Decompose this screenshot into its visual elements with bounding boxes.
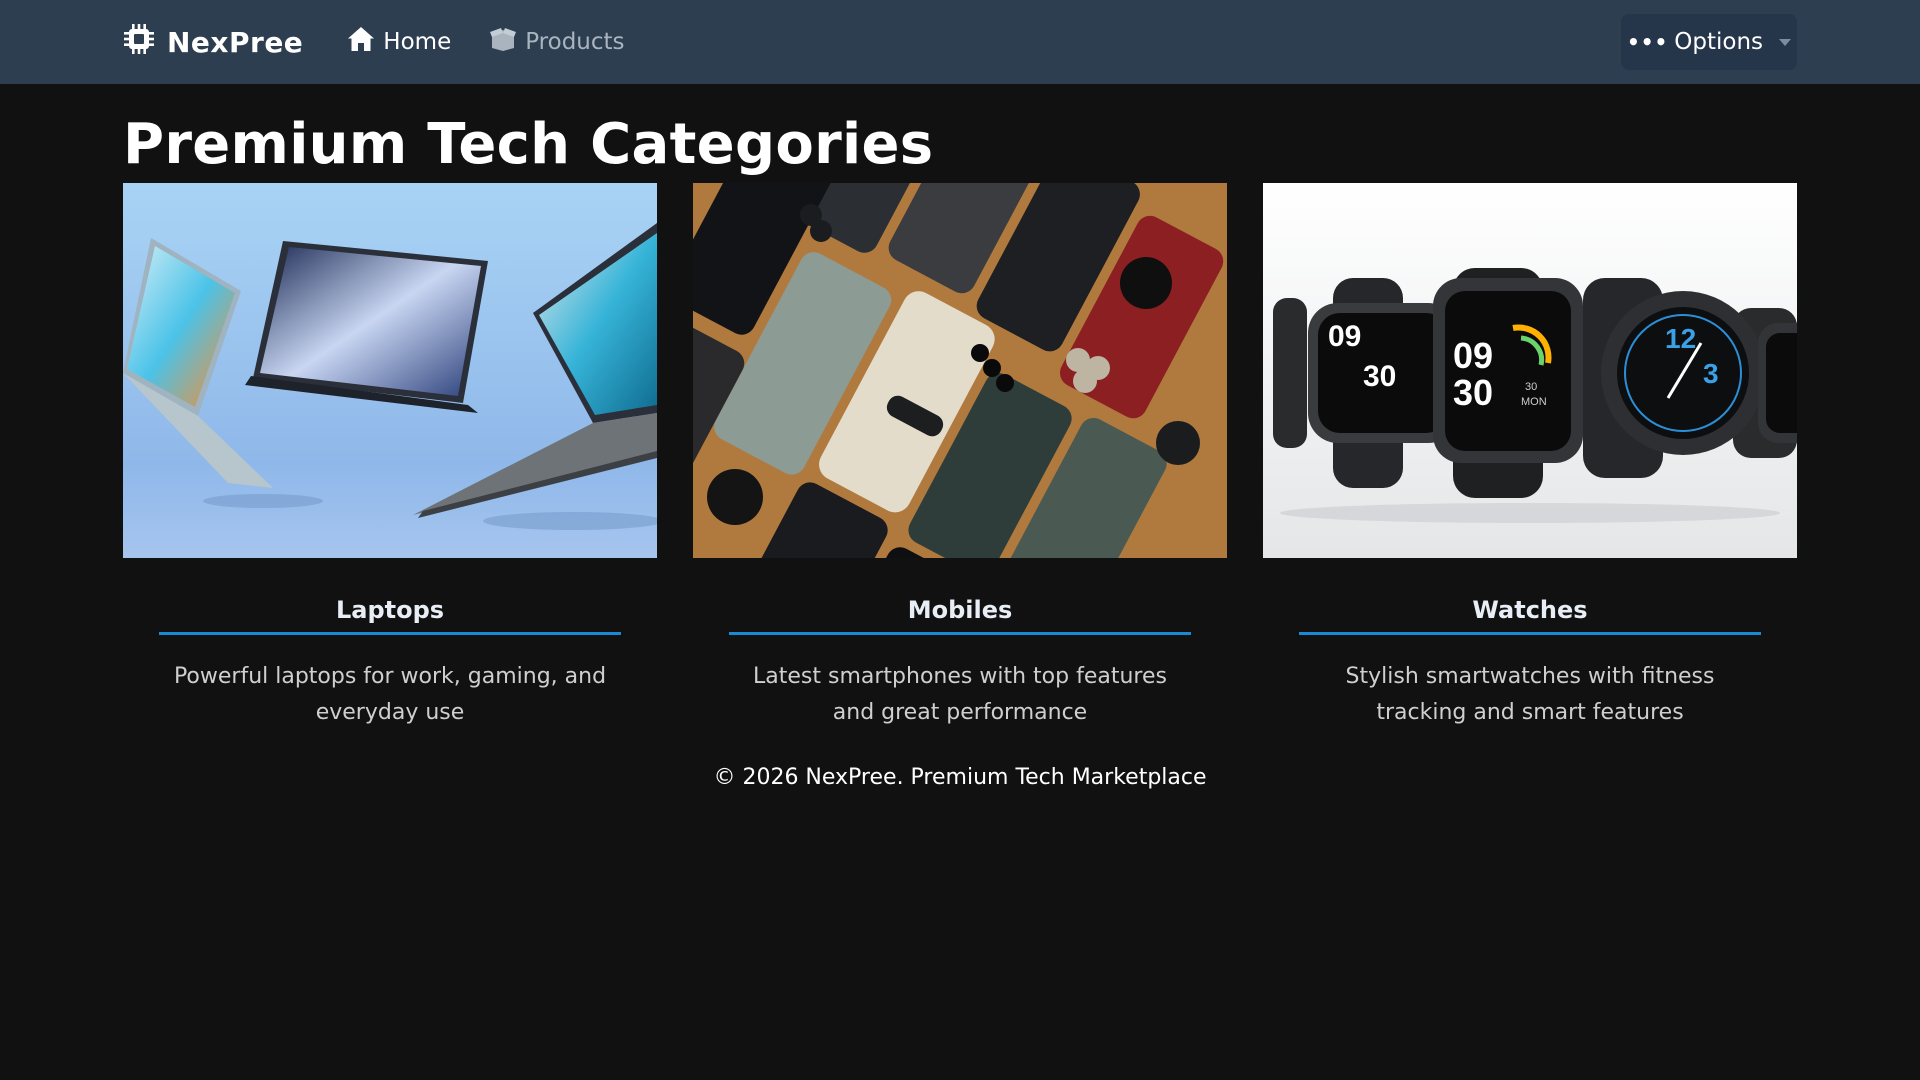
main-content: Premium Tech Categories Laptops Powerful… <box>0 112 1920 790</box>
watch-face-3-hour: 12 <box>1665 323 1696 354</box>
card-description: Latest smartphones with top features and… <box>753 663 1167 725</box>
card-title: Laptops <box>159 596 621 635</box>
watch-face-2-minute: 30 <box>1453 372 1493 413</box>
watch-face-2-day: MON <box>1521 396 1547 408</box>
card-description: Powerful laptops for work, gaming, and e… <box>173 663 607 725</box>
navbar: NexPree Home Products ••• Options <box>0 0 1920 84</box>
brand-name: NexPree <box>167 25 304 59</box>
watch-face-3-minute: 3 <box>1703 358 1719 389</box>
nav-home-label: Home <box>383 29 452 55</box>
nav-links: Home Products <box>347 26 625 58</box>
category-cards: Laptops Powerful laptops for work, gamin… <box>123 182 1797 731</box>
watch-face-2-sub: 30 <box>1525 381 1537 393</box>
watches-image: 09 30 09 30 30 MON 12 3 <box>1263 182 1797 558</box>
card-title: Watches <box>1299 596 1761 635</box>
nav-products-link[interactable]: Products <box>489 26 625 58</box>
watch-face-1-hour: 09 <box>1328 320 1361 353</box>
category-card-watches[interactable]: 09 30 09 30 30 MON 12 3 Watches Stylish … <box>1263 182 1797 731</box>
laptops-image <box>123 182 657 558</box>
card-title: Mobiles <box>729 596 1191 635</box>
category-card-mobiles[interactable]: Mobiles Latest smartphones with top feat… <box>693 182 1227 731</box>
options-dropdown-button[interactable]: ••• Options <box>1621 14 1797 70</box>
house-icon <box>347 26 375 58</box>
nav-home-link[interactable]: Home <box>347 26 451 58</box>
caret-down-icon <box>1779 38 1792 46</box>
options-label: Options <box>1674 29 1764 55</box>
microchip-icon <box>123 23 155 62</box>
nav-products-label: Products <box>525 29 625 55</box>
ellipsis-icon: ••• <box>1626 30 1669 54</box>
brand-link[interactable]: NexPree <box>123 23 303 62</box>
page-title: Premium Tech Categories <box>123 112 934 177</box>
watch-face-1-minute: 30 <box>1363 360 1396 393</box>
box-icon <box>489 26 517 58</box>
category-card-laptops[interactable]: Laptops Powerful laptops for work, gamin… <box>123 182 657 731</box>
card-description: Stylish smartwatches with fitness tracki… <box>1345 663 1715 725</box>
mobiles-image <box>693 182 1227 558</box>
footer: © 2026 NexPree. Premium Tech Marketplace <box>123 765 1797 790</box>
footer-text: © 2026 NexPree. Premium Tech Marketplace <box>713 764 1207 790</box>
watch-face-2-hour: 09 <box>1453 335 1493 376</box>
